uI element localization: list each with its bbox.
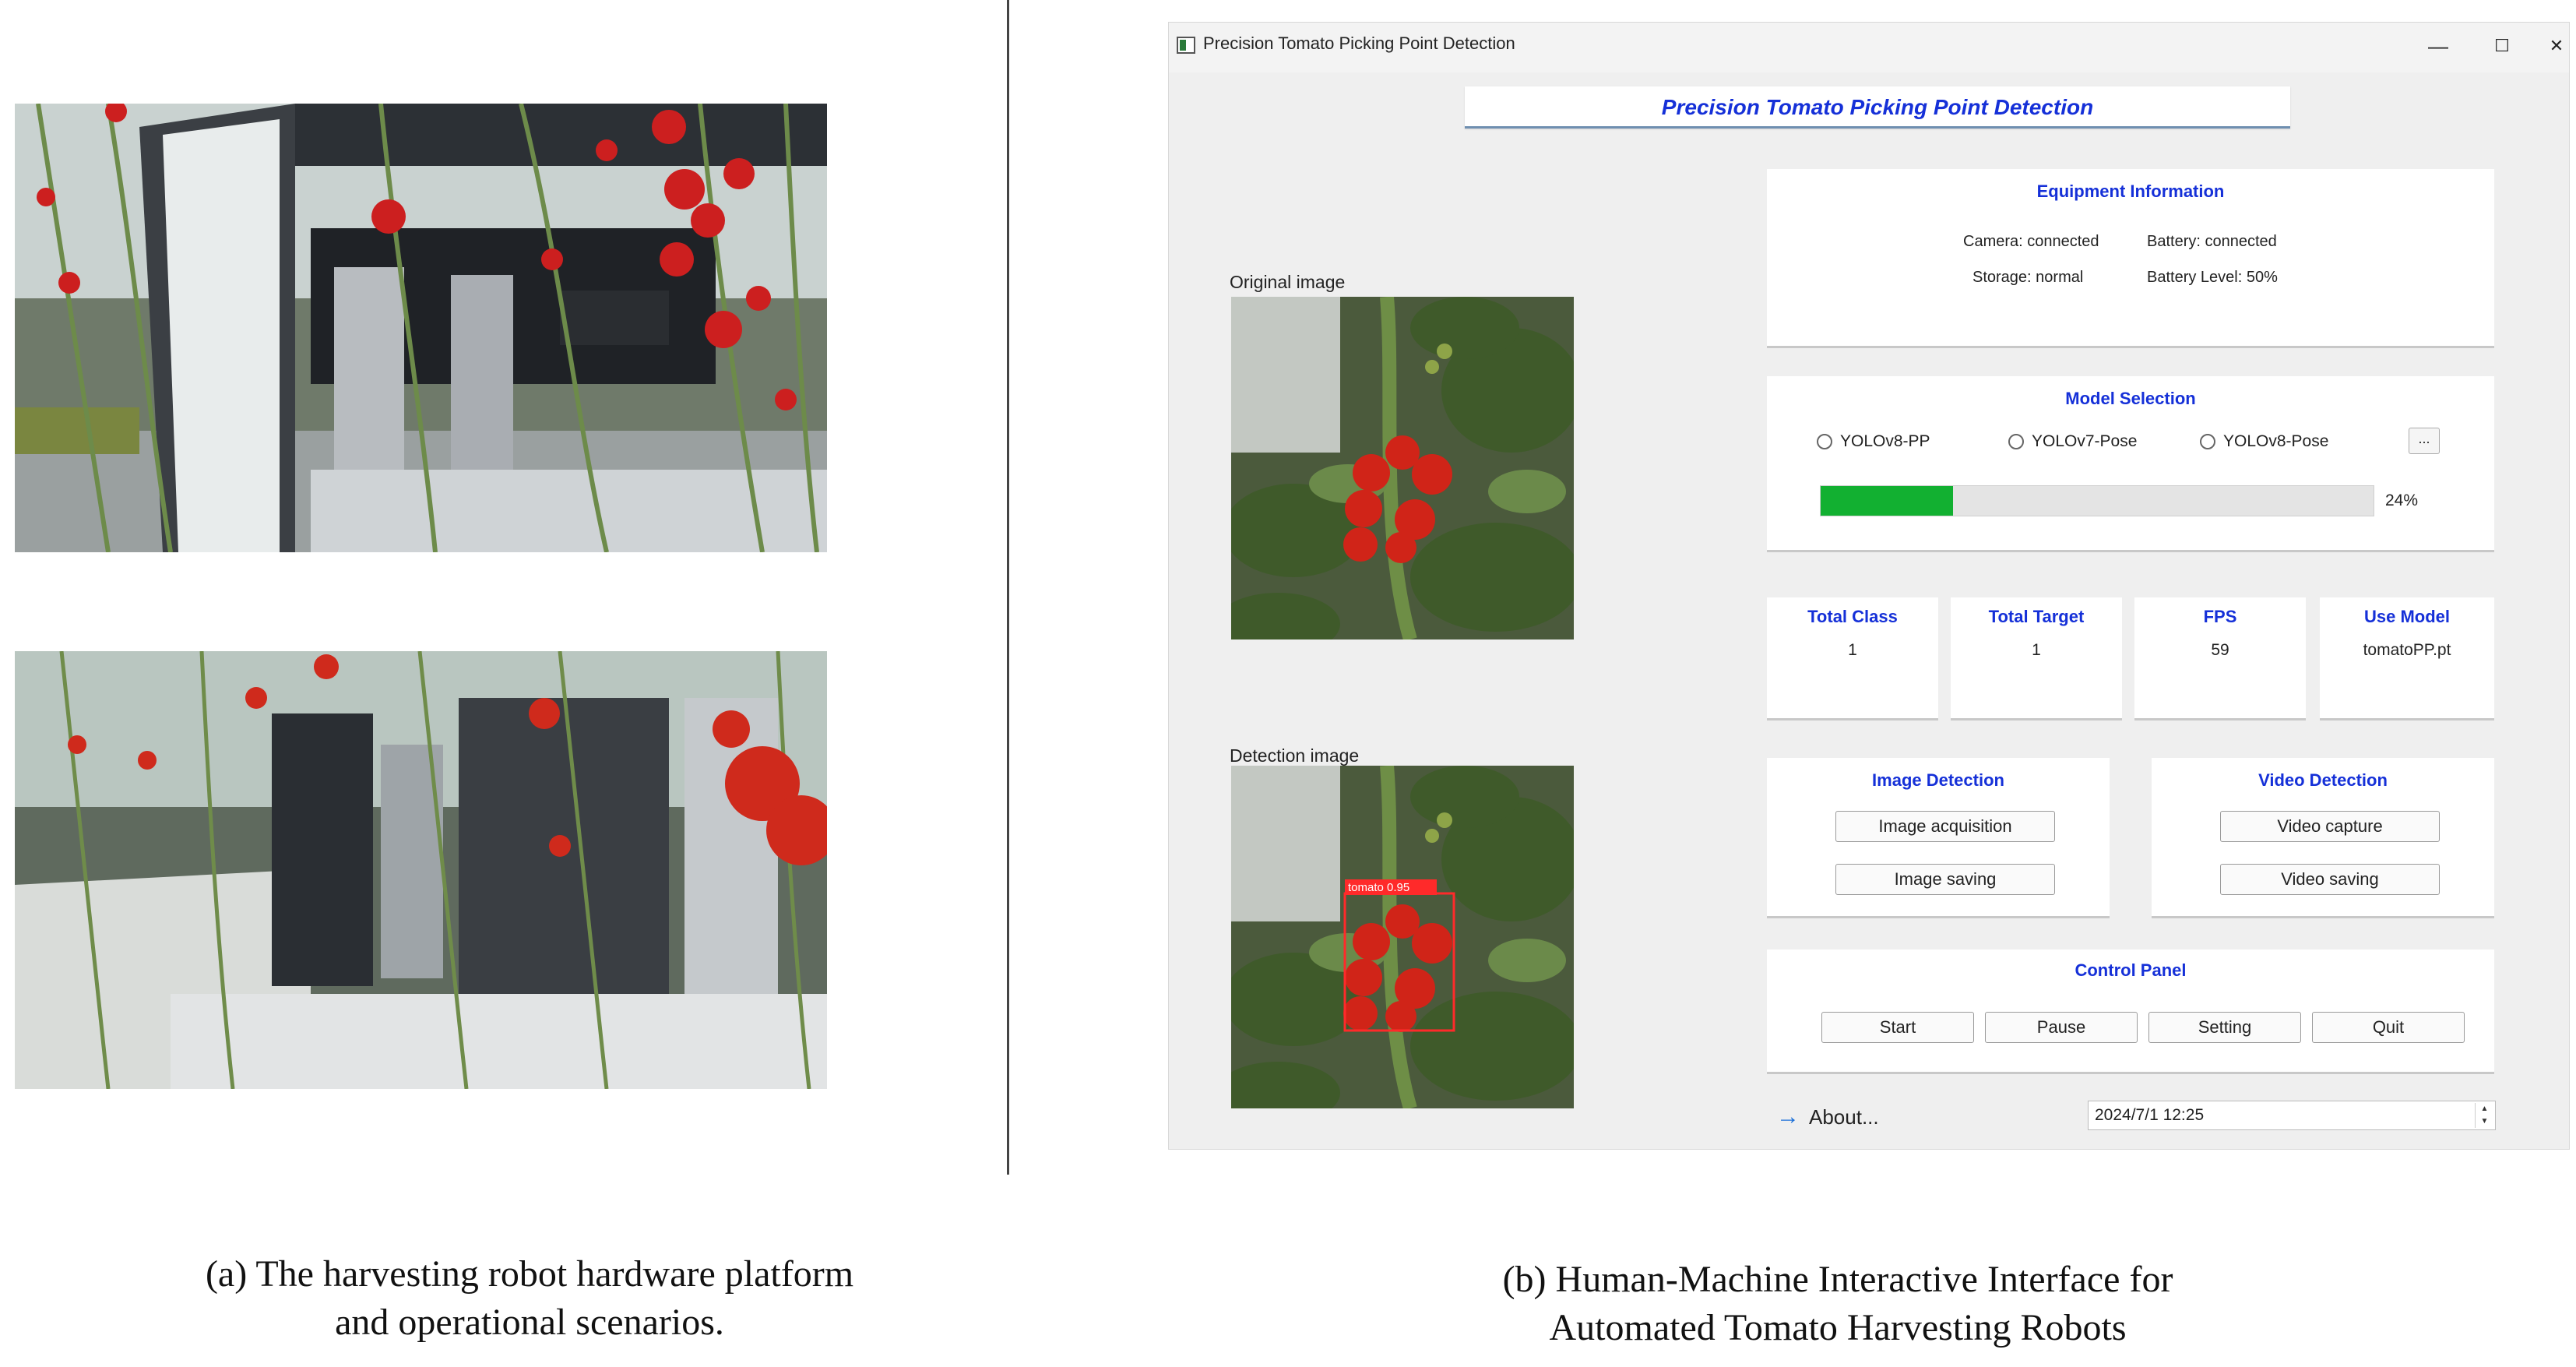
radio-label: YOLOv8-Pose (2223, 432, 2329, 450)
window-title: Precision Tomato Picking Point Detection (1203, 33, 1515, 53)
stat-use-model: Use Model tomatoPP.pt (2320, 597, 2494, 720)
detection-image-label: Detection image (1230, 745, 1360, 766)
arrow-right-icon: → (1776, 1104, 1800, 1129)
stat-label: FPS (2203, 607, 2237, 626)
spin-up-icon[interactable]: ▲ (2476, 1103, 2493, 1115)
pause-button[interactable]: Pause (1985, 1012, 2138, 1043)
equipment-info-title: Equipment Information (2036, 181, 2225, 201)
caption-b-line1: (b) Human-Machine Interactive Interface … (1502, 1259, 2173, 1300)
stat-total-target: Total Target 1 (1951, 597, 2122, 720)
video-saving-button[interactable]: Video saving (2220, 864, 2440, 895)
radio-yolov8-pose[interactable]: YOLOv8-Pose (2200, 432, 2328, 451)
battery-level: Battery Level: 50% (2147, 269, 2278, 286)
stat-label: Total Class (1807, 607, 1898, 626)
radio-label: YOLOv8-PP (1840, 432, 1930, 450)
minimize-button[interactable]: — (2415, 29, 2462, 63)
original-image-label: Original image (1230, 272, 1346, 292)
video-detection-card: Video Detection Video capture Video savi… (2152, 758, 2494, 918)
robot-photo-bottom (15, 651, 827, 1089)
stat-fps: FPS 59 (2134, 597, 2306, 720)
panel-divider (1007, 0, 1009, 1175)
progress-percent: 24% (2385, 491, 2419, 509)
control-panel-title: Control Panel (2075, 960, 2187, 980)
radio-button-icon[interactable] (2200, 434, 2215, 449)
video-detection-title: Video Detection (2258, 770, 2388, 790)
control-panel-card: Control Panel Start Pause Setting Quit (1767, 950, 2494, 1074)
caption-a-line2: and operational scenarios. (335, 1302, 724, 1343)
banner-title: Precision Tomato Picking Point Detection (1661, 95, 2094, 119)
title-bar[interactable]: Precision Tomato Picking Point Detection… (1169, 23, 2569, 72)
maximize-button[interactable]: ☐ (2479, 29, 2525, 63)
start-button[interactable]: Start (1821, 1012, 1974, 1043)
image-saving-button[interactable]: Image saving (1835, 864, 2055, 895)
model-selection-card: Model Selection YOLOv8-PP YOLOv7-Pose YO… (1767, 376, 2494, 552)
about-link[interactable]: → About... (1776, 1104, 1879, 1130)
setting-button[interactable]: Setting (2148, 1012, 2301, 1043)
app-window: Precision Tomato Picking Point Detection… (1168, 22, 2570, 1150)
datetime-value: 2024/7/1 12:25 (2095, 1106, 2205, 1124)
model-progress-bar (1820, 485, 2374, 516)
app-banner: Precision Tomato Picking Point Detection (1465, 86, 2290, 129)
close-button[interactable]: ✕ (2543, 29, 2571, 63)
equipment-info-card: Equipment Information Camera: connected … (1767, 169, 2494, 348)
progress-fill (1821, 486, 1954, 516)
stat-label: Total Target (1988, 607, 2085, 626)
radio-label: YOLOv7-Pose (2032, 432, 2138, 450)
about-label: About... (1809, 1105, 1879, 1129)
stat-value: 1 (1848, 641, 1857, 659)
browse-model-button[interactable]: ... (2409, 428, 2440, 454)
datetime-spinner[interactable]: ▲ ▼ (2475, 1103, 2493, 1128)
camera-status: Camera: connected (1963, 233, 2099, 250)
storage-status: Storage: normal (1972, 269, 2084, 286)
image-detection-card: Image Detection Image acquisition Image … (1767, 758, 2110, 918)
caption-a: (a) The harvesting robot hardware platfo… (93, 1250, 966, 1347)
stat-label: Use Model (2363, 607, 2451, 626)
original-image (1231, 297, 1574, 639)
detection-box-label: tomato 0.95 (1348, 881, 1409, 894)
model-selection-title: Model Selection (2065, 389, 2196, 408)
video-capture-button[interactable]: Video capture (2220, 811, 2440, 842)
spin-down-icon[interactable]: ▼ (2476, 1115, 2493, 1128)
robot-photo-top (15, 104, 827, 552)
stat-value: 59 (2211, 641, 2229, 659)
caption-b-line2: Automated Tomato Harvesting Robots (1549, 1307, 2127, 1348)
app-icon (1177, 37, 1195, 54)
image-acquisition-button[interactable]: Image acquisition (1835, 811, 2055, 842)
stat-value: 1 (2032, 641, 2041, 659)
battery-status: Battery: connected (2147, 233, 2277, 250)
radio-yolov8-pp[interactable]: YOLOv8-PP (1817, 432, 1930, 451)
stat-value: tomatoPP.pt (2363, 641, 2451, 659)
caption-a-line1: (a) The harvesting robot hardware platfo… (205, 1253, 854, 1295)
image-detection-title: Image Detection (1872, 770, 2004, 790)
radio-button-icon[interactable] (1817, 434, 1832, 449)
caption-b: (b) Human-Machine Interactive Interface … (1371, 1256, 2305, 1352)
detection-image: tomato 0.95 (1231, 766, 1574, 1108)
datetime-field[interactable]: 2024/7/1 12:25 ▲ ▼ (2088, 1101, 2496, 1130)
stat-total-class: Total Class 1 (1767, 597, 1938, 720)
quit-button[interactable]: Quit (2312, 1012, 2465, 1043)
radio-button-icon[interactable] (2008, 434, 2024, 449)
radio-yolov7-pose[interactable]: YOLOv7-Pose (2008, 432, 2137, 451)
